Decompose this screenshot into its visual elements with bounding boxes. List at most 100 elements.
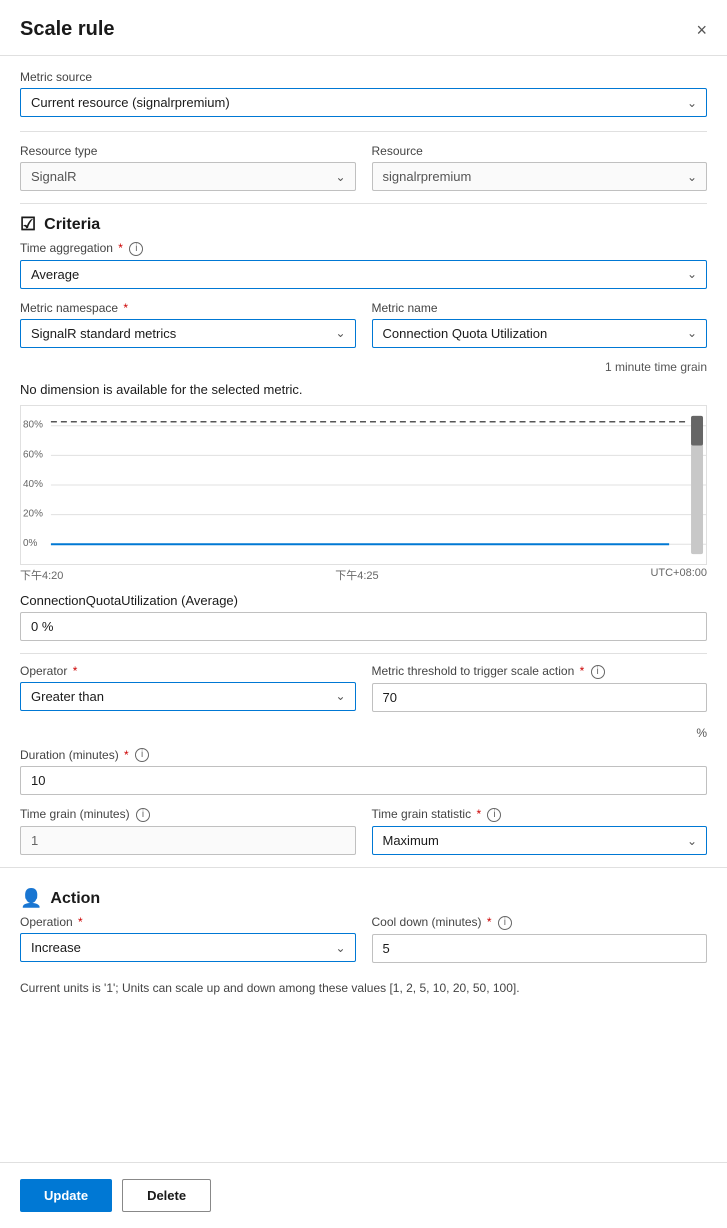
metric-namespace-wrapper: SignalR standard metrics ⌄ — [20, 319, 356, 348]
resource-type-wrapper: SignalR ⌄ — [20, 162, 356, 191]
operator-select[interactable]: Greater than — [20, 682, 356, 711]
chart-area: 80% 60% 40% 20% 0% — [20, 405, 707, 565]
svg-text:60%: 60% — [23, 449, 43, 460]
duration-required: * — [124, 748, 129, 762]
divider-3 — [20, 653, 707, 654]
divider-1 — [20, 131, 707, 132]
cool-down-input[interactable] — [372, 934, 708, 963]
scale-rule-panel: Scale rule × Metric source Current resou… — [0, 0, 727, 1228]
svg-text:40%: 40% — [23, 479, 43, 490]
operation-wrapper: Increase ⌄ — [20, 933, 356, 962]
metric-name-col: Metric name Connection Quota Utilization… — [372, 301, 708, 348]
cool-down-info-icon[interactable]: i — [498, 916, 512, 930]
percent-note: % — [0, 724, 727, 740]
operation-select[interactable]: Increase — [20, 933, 356, 962]
metric-threshold-input[interactable] — [372, 683, 708, 712]
action-header: 👤 Action — [0, 878, 727, 915]
time-grain-statistic-required: * — [476, 807, 481, 821]
metric-namespace-select[interactable]: SignalR standard metrics — [20, 319, 356, 348]
time-grain-statistic-col: Time grain statistic * i Maximum ⌄ — [372, 807, 708, 855]
bottom-bar: Update Delete — [0, 1162, 727, 1228]
chart-time-label-3: UTC+08:00 — [650, 567, 707, 583]
divider-4 — [0, 867, 727, 868]
units-note: Current units is '1'; Units can scale up… — [0, 975, 727, 1007]
operator-threshold-row: Operator * Greater than ⌄ Metric thresho… — [0, 664, 727, 712]
time-grain-minutes-info-icon[interactable]: i — [136, 808, 150, 822]
svg-text:20%: 20% — [23, 508, 43, 519]
update-button[interactable]: Update — [20, 1179, 112, 1212]
metric-name-select[interactable]: Connection Quota Utilization — [372, 319, 708, 348]
cool-down-required: * — [487, 915, 492, 929]
time-grain-minutes-col: Time grain (minutes) i — [20, 807, 356, 855]
operation-cooldown-row: Operation * Increase ⌄ Cool down (minute… — [0, 915, 727, 963]
metric-namespace-col: Metric namespace * SignalR standard metr… — [20, 301, 356, 348]
metric-threshold-col: Metric threshold to trigger scale action… — [372, 664, 708, 712]
action-icon: 👤 — [20, 888, 42, 909]
metric-threshold-required: * — [580, 664, 585, 678]
operator-required: * — [73, 664, 78, 678]
operator-wrapper: Greater than ⌄ — [20, 682, 356, 711]
time-aggregation-info-icon[interactable]: i — [129, 242, 143, 256]
metric-value-box: 0 % — [20, 612, 707, 641]
chart-time-labels: 下午4:20 下午4:25 UTC+08:00 — [0, 565, 727, 585]
operation-label: Operation * — [20, 915, 356, 929]
duration-label: Duration (minutes) * i — [20, 748, 707, 763]
time-aggregation-label: Time aggregation * i — [20, 241, 707, 256]
criteria-header: ☑ Criteria — [0, 204, 727, 241]
resource-wrapper: signalrpremium ⌄ — [372, 162, 708, 191]
svg-text:0%: 0% — [23, 538, 38, 549]
operation-required: * — [78, 915, 83, 929]
time-grain-statistic-label: Time grain statistic * i — [372, 807, 708, 822]
duration-input[interactable] — [20, 766, 707, 795]
duration-info-icon[interactable]: i — [135, 748, 149, 762]
resource-row: Resource type SignalR ⌄ Resource signalr… — [0, 144, 727, 191]
criteria-icon: ☑ — [20, 214, 36, 235]
operation-col: Operation * Increase ⌄ — [20, 915, 356, 963]
no-dimension-msg: No dimension is available for the select… — [0, 378, 727, 405]
close-button[interactable]: × — [696, 21, 707, 39]
chart-time-label-2: 下午4:25 — [335, 567, 378, 583]
chart-svg: 80% 60% 40% 20% 0% — [21, 406, 706, 564]
resource-type-col: Resource type SignalR ⌄ — [20, 144, 356, 191]
time-grain-statistic-select[interactable]: Maximum — [372, 826, 708, 855]
criteria-title: Criteria — [44, 216, 100, 234]
metric-namespace-required: * — [123, 301, 128, 315]
time-grain-minutes-label: Time grain (minutes) i — [20, 807, 356, 822]
action-title: Action — [50, 890, 100, 908]
metric-namespace-row: Metric namespace * SignalR standard metr… — [0, 301, 727, 348]
time-grain-statistic-wrapper: Maximum ⌄ — [372, 826, 708, 855]
metric-source-select[interactable]: Current resource (signalrpremium) — [20, 88, 707, 117]
delete-button[interactable]: Delete — [122, 1179, 211, 1212]
cool-down-col: Cool down (minutes) * i — [372, 915, 708, 963]
metric-namespace-label: Metric namespace * — [20, 301, 356, 315]
operator-col: Operator * Greater than ⌄ — [20, 664, 356, 712]
metric-threshold-info-icon[interactable]: i — [591, 665, 605, 679]
cool-down-label: Cool down (minutes) * i — [372, 915, 708, 930]
chart-time-label-1: 下午4:20 — [20, 567, 63, 583]
metric-threshold-label: Metric threshold to trigger scale action… — [372, 664, 708, 679]
metric-display-label: ConnectionQuotaUtilization (Average) — [0, 585, 727, 612]
time-aggregation-select[interactable]: Average — [20, 260, 707, 289]
resource-label: Resource — [372, 144, 708, 158]
panel-title: Scale rule — [20, 18, 115, 41]
resource-col: Resource signalrpremium ⌄ — [372, 144, 708, 191]
metric-name-wrapper: Connection Quota Utilization ⌄ — [372, 319, 708, 348]
time-aggregation-required: * — [118, 241, 123, 255]
resource-type-label: Resource type — [20, 144, 356, 158]
operator-label: Operator * — [20, 664, 356, 678]
panel-header: Scale rule × — [0, 0, 727, 56]
resource-select[interactable]: signalrpremium — [372, 162, 708, 191]
time-aggregation-section: Time aggregation * i Average ⌄ — [0, 241, 727, 289]
time-grain-statistic-info-icon[interactable]: i — [487, 808, 501, 822]
svg-text:80%: 80% — [23, 420, 43, 431]
time-aggregation-wrapper: Average ⌄ — [20, 260, 707, 289]
metric-source-section: Metric source Current resource (signalrp… — [0, 56, 727, 131]
duration-section: Duration (minutes) * i — [0, 748, 727, 796]
time-grain-row: Time grain (minutes) i Time grain statis… — [0, 807, 727, 855]
metric-source-label: Metric source — [20, 70, 707, 84]
time-grain-note: 1 minute time grain — [0, 360, 727, 374]
resource-type-select[interactable]: SignalR — [20, 162, 356, 191]
metric-name-label: Metric name — [372, 301, 708, 315]
time-grain-minutes-input[interactable] — [20, 826, 356, 855]
metric-source-wrapper: Current resource (signalrpremium) ⌄ — [20, 88, 707, 117]
